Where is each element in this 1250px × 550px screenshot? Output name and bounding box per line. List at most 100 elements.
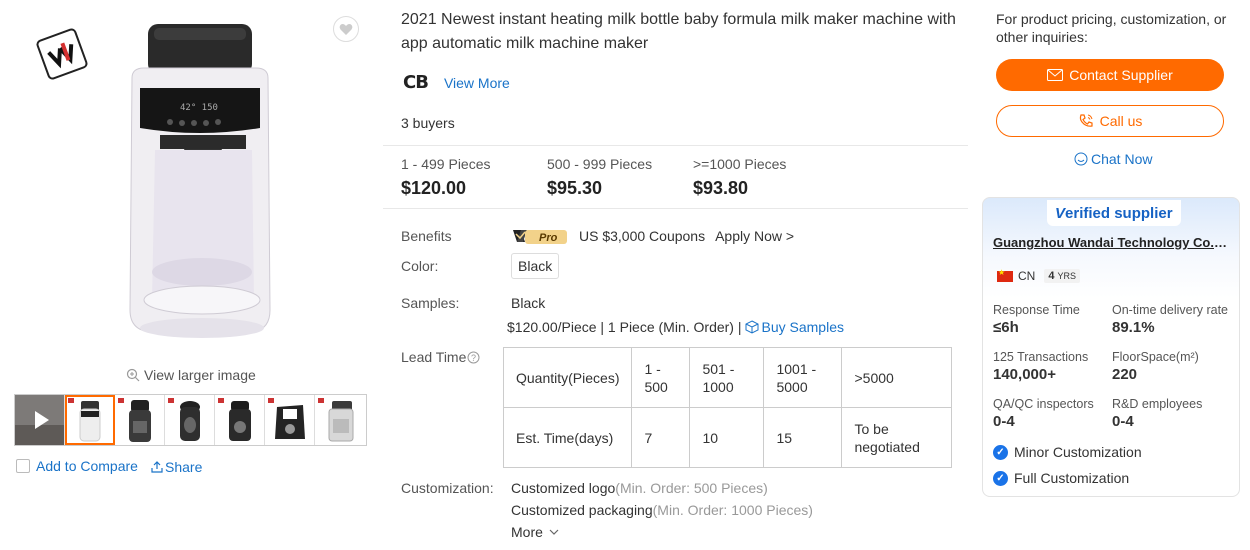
china-flag-icon (997, 268, 1013, 282)
thumbnail-white-machine[interactable] (65, 395, 115, 445)
thumbnail-black-machine-tilt[interactable] (165, 395, 215, 445)
buyers-count: 3 buyers (401, 115, 455, 131)
customization-item: Customized packaging(Min. Order: 1000 Pi… (511, 502, 813, 518)
customization-label: Customization: (401, 480, 494, 496)
table-cell: Quantity(Pieces) (502, 347, 633, 408)
zoom-icon (126, 368, 140, 382)
share-label: Share (165, 459, 203, 475)
help-icon[interactable]: ? (467, 351, 480, 364)
customization-min-order: (Min. Order: 500 Pieces) (615, 480, 768, 496)
supplier-name-link[interactable]: Guangzhou Wandai Technology Co., Ltd. (993, 235, 1229, 250)
chat-now-label: Chat Now (1091, 151, 1153, 167)
favorite-button[interactable] (333, 16, 359, 42)
add-to-compare-label: Add to Compare (36, 458, 138, 474)
benefits-row: Pro US $3,000 Coupons Apply Now > (511, 226, 794, 246)
pro-badge-label: Pro (539, 232, 558, 244)
stat-on-time-delivery: On-time delivery rate 89.1% (1112, 303, 1237, 336)
heart-icon (339, 23, 353, 35)
thumbnail-white-machine-side[interactable] (315, 395, 365, 445)
share-link[interactable]: Share (151, 459, 202, 475)
chevron-down-icon (549, 529, 559, 535)
stat-transactions: 125 Transactions 140,000+ (993, 350, 1118, 383)
stat-value: 140,000+ (993, 366, 1056, 383)
thumbnail-strip (14, 394, 367, 446)
more-label: More (511, 524, 543, 540)
table-cell: 501 - 1000 (689, 347, 765, 408)
years-unit: YRS (1057, 271, 1077, 281)
box-icon (745, 320, 758, 334)
product-title: 2021 Newest instant heating milk bottle … (401, 11, 956, 52)
stat-label: R&D employees (1112, 397, 1203, 411)
pro-badge-icon: Pro (513, 230, 567, 244)
lead-time-label-row: Lead Time ? (401, 349, 480, 365)
price-tier: 1 - 499 Pieces $120.00 (401, 156, 491, 199)
call-us-button[interactable]: Call us (996, 105, 1224, 137)
table-row: Est. Time(days) 7 10 15 To be negotiated (502, 407, 953, 468)
stat-label: FloorSpace(m²) (1112, 350, 1199, 364)
share-icon (151, 461, 163, 473)
stat-qa-qc-inspectors: QA/QC inspectors 0-4 (993, 397, 1118, 430)
samples-label: Samples: (401, 295, 460, 311)
more-customization-button[interactable]: More (511, 524, 559, 540)
chat-icon (1074, 152, 1088, 166)
samples-value: Black (511, 295, 546, 311)
lead-time-label: Lead Time (401, 349, 467, 365)
tier-price: $95.30 (547, 178, 603, 198)
thumbnail-image (268, 398, 305, 439)
stat-label: On-time delivery rate (1112, 303, 1229, 317)
verified-text: erified supplier (1065, 204, 1173, 222)
call-us-label: Call us (1099, 113, 1143, 129)
supplier-card: Verified supplier Guangzhou Wandai Techn… (982, 197, 1240, 497)
table-cell: 10 (689, 407, 765, 468)
product-info: 2021 Newest instant heating milk bottle … (383, 0, 968, 550)
customization-name: Customized packaging (511, 502, 653, 518)
phone-icon (1079, 114, 1093, 127)
tier-quantity: >=1000 Pieces (693, 156, 787, 172)
verified-check-icon: ✓ (993, 444, 1008, 460)
chat-now-link[interactable]: Chat Now (1074, 151, 1152, 167)
table-cell: 1 - 500 (631, 347, 691, 408)
thumbnail-image (68, 398, 101, 442)
thumbnail-black-machine-top[interactable] (265, 395, 315, 445)
custom-tag-label: Full Customization (1014, 470, 1130, 486)
view-larger-label: View larger image (144, 367, 256, 383)
color-option-black[interactable]: Black (511, 253, 560, 279)
stat-value: 89.1% (1112, 319, 1155, 336)
table-cell: To be negotiated (841, 407, 953, 468)
product-gallery: 42° 150 View larger image Add to Compare… (0, 0, 380, 550)
tier-price: $93.80 (693, 178, 749, 198)
apply-now-link[interactable]: Apply Now > (715, 228, 794, 244)
table-cell: 15 (763, 407, 843, 468)
samples-price-row: $120.00/Piece | 1 Piece (Min. Order) | B… (507, 319, 844, 335)
table-cell: Est. Time(days) (502, 407, 633, 468)
compare-checkbox[interactable] (16, 459, 30, 473)
view-more-link[interactable]: View More (444, 75, 510, 91)
buy-samples-link[interactable]: Buy Samples (762, 319, 844, 335)
thumbnail-video[interactable] (15, 395, 65, 445)
verified-check-icon: ✓ (993, 470, 1008, 486)
contact-supplier-label: Contact Supplier (1069, 67, 1173, 83)
years-number: 4 (1048, 270, 1055, 282)
verified-supplier-badge: Verified supplier (1047, 200, 1181, 226)
thumbnail-image (318, 398, 354, 442)
tier-quantity: 1 - 499 Pieces (401, 156, 491, 172)
thumbnail-image (118, 398, 151, 442)
verified-v: V (1055, 204, 1066, 222)
supplier-origin: CN 4 YRS (997, 268, 1081, 283)
customization-min-order: (Min. Order: 1000 Pieces) (652, 502, 813, 518)
add-to-compare[interactable]: Add to Compare (16, 458, 138, 474)
stat-label: Response Time (993, 303, 1080, 317)
thumbnail-black-machine-front[interactable] (115, 395, 165, 445)
minor-customization-tag: ✓ Minor Customization (993, 444, 1142, 460)
mail-icon (1047, 69, 1064, 81)
table-cell: 7 (631, 407, 691, 468)
thumbnail-black-machine-side[interactable] (215, 395, 265, 445)
country-code: CN (1018, 269, 1036, 283)
view-larger-image-link[interactable]: View larger image (126, 367, 256, 383)
tier-price: $120.00 (401, 178, 467, 198)
svg-text:?: ? (471, 353, 476, 363)
customization-item: Customized logo(Min. Order: 500 Pieces) (511, 480, 768, 496)
contact-supplier-button[interactable]: Contact Supplier (996, 59, 1224, 91)
price-tier: 500 - 999 Pieces $95.30 (547, 156, 652, 199)
coupon-text: US $3,000 Coupons (579, 228, 706, 244)
